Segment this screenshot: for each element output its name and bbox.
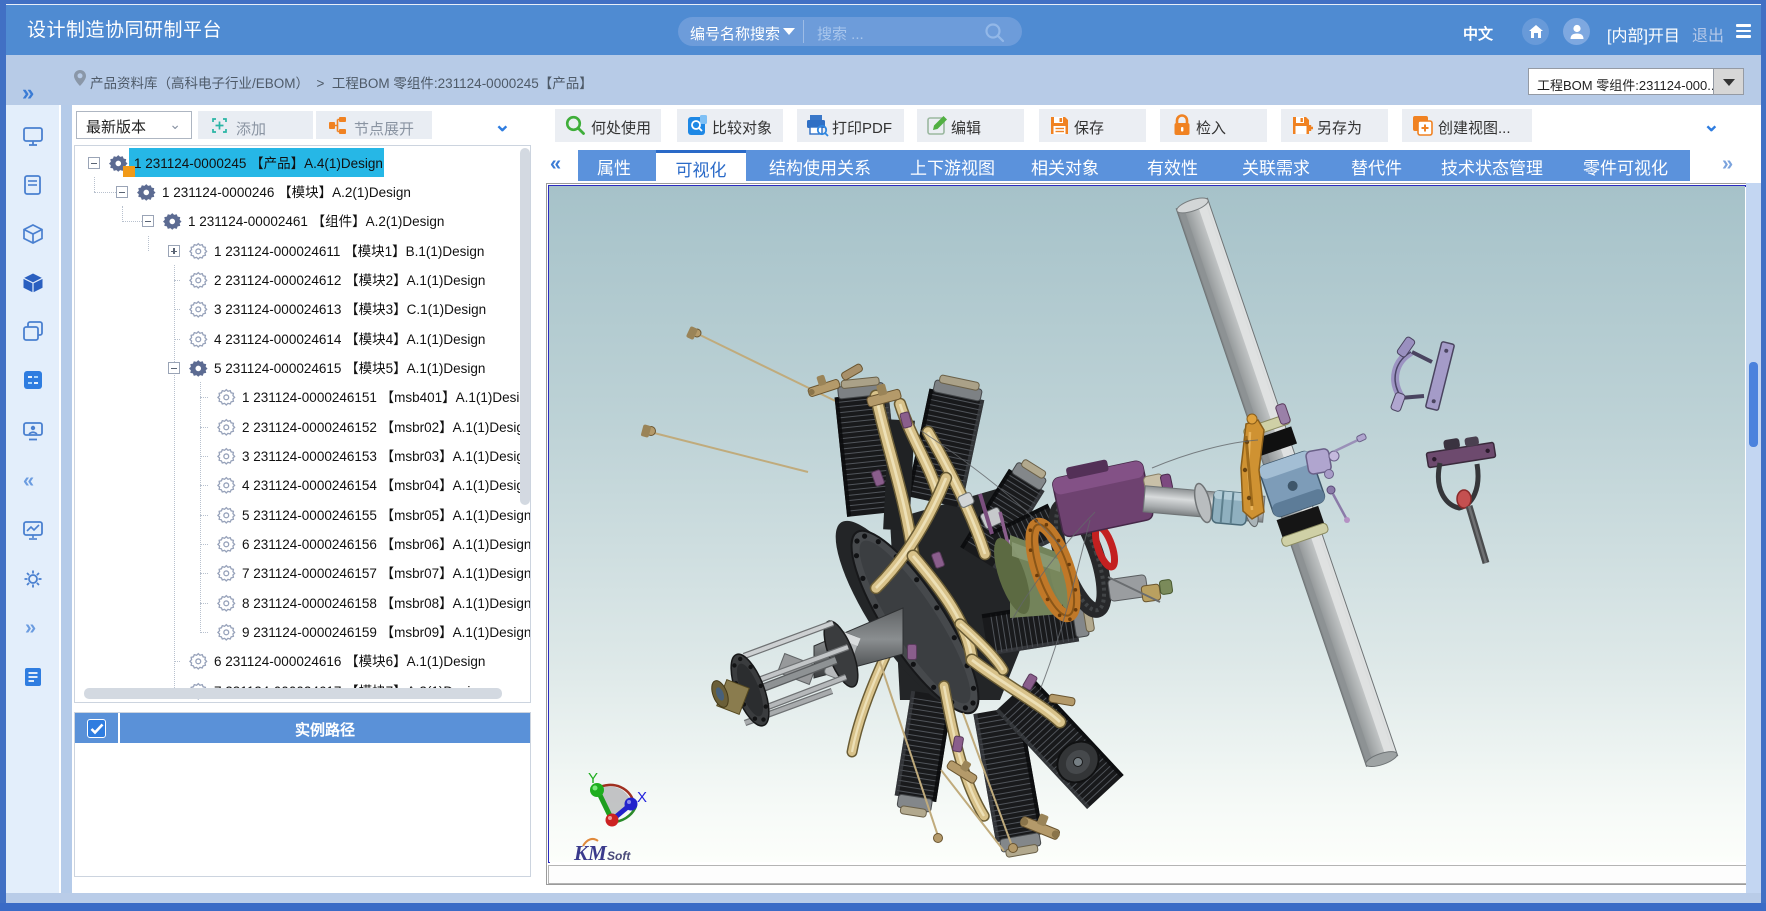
svg-text:Y: Y — [588, 770, 598, 787]
svg-text:Soft: Soft — [607, 849, 631, 862]
svg-text:X: X — [637, 789, 647, 806]
svg-text:KM: KM — [573, 841, 608, 862]
